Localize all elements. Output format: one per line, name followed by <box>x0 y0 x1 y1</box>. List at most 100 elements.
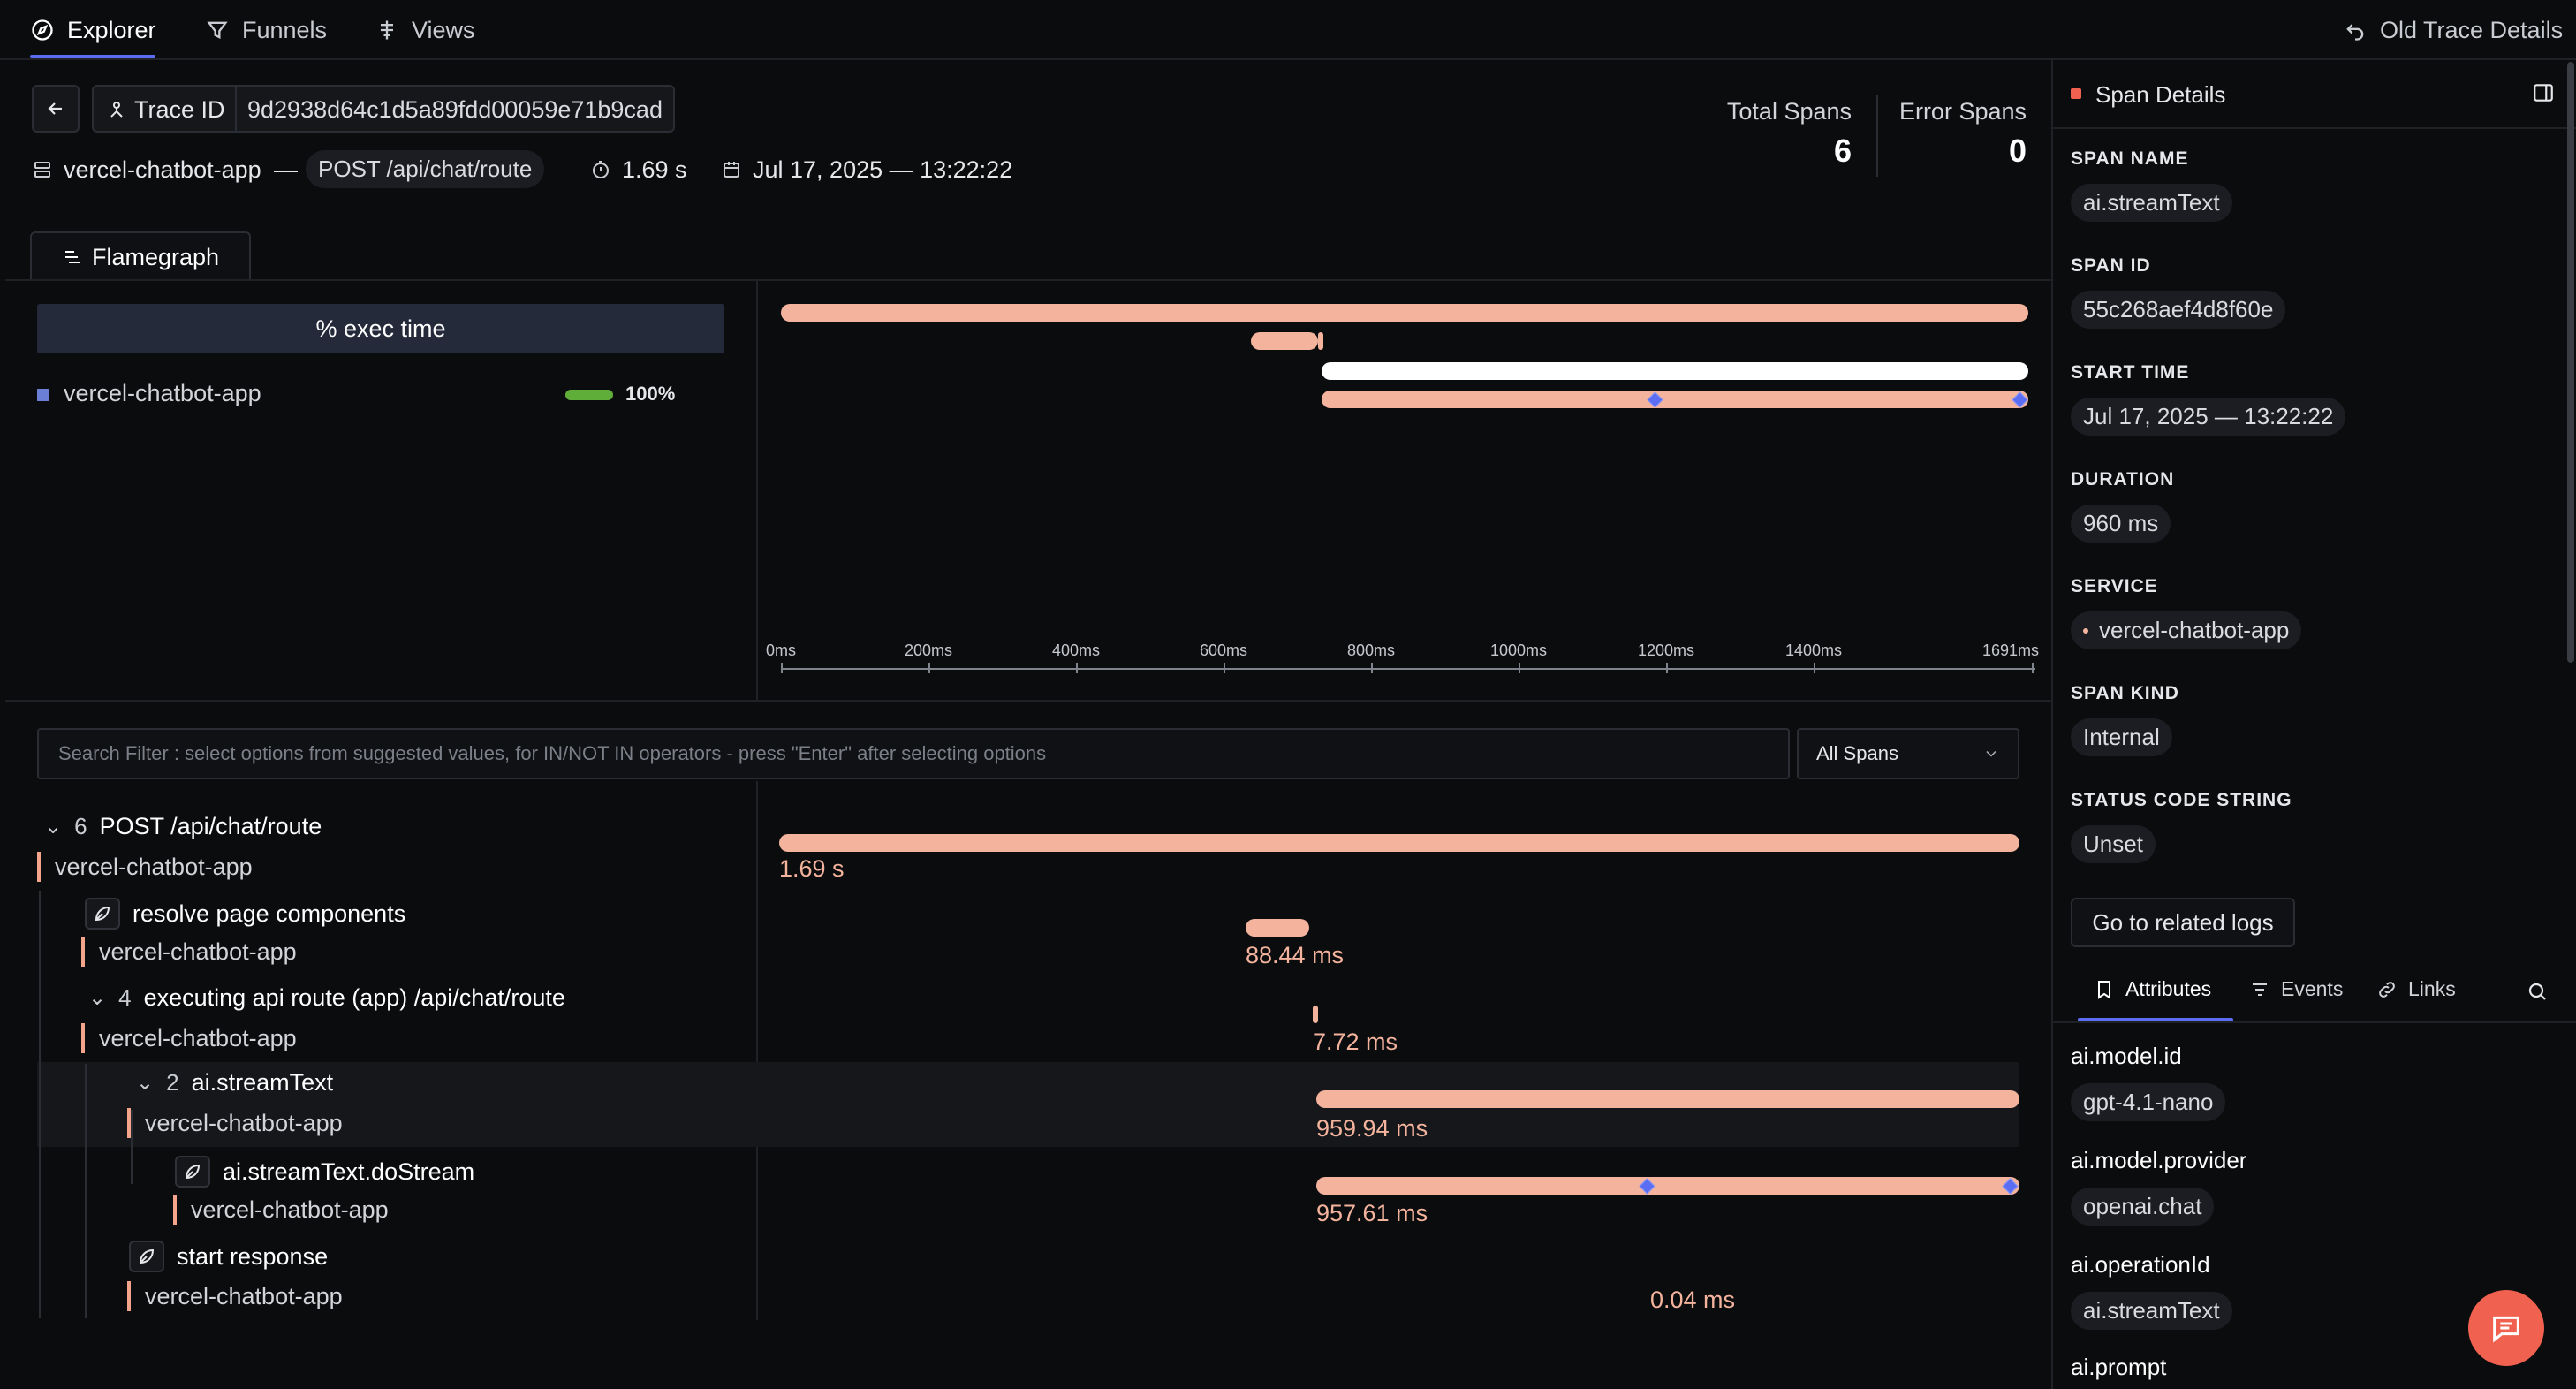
span-bar[interactable] <box>1313 1006 1318 1023</box>
span-duration: 959.94 ms <box>1316 1115 1428 1142</box>
flame-bar-post-route[interactable] <box>781 304 2028 322</box>
header-timestamp: Jul 17, 2025 — 13:22:22 <box>753 156 1013 183</box>
service-label: SERVICE <box>2071 576 2158 596</box>
axis-tick-label: 1000ms <box>1489 641 1548 659</box>
child-count: 2 <box>166 1069 179 1096</box>
search-filter-input[interactable]: Search Filter : select options from sugg… <box>37 728 1790 779</box>
status-label: STATUS CODE STRING <box>2071 790 2292 810</box>
tab-links[interactable]: Links <box>2376 977 2456 1001</box>
trace-id-label: Trace ID <box>134 96 225 123</box>
header-separator: — <box>274 156 298 183</box>
axis-tick-label: 0ms <box>765 641 797 659</box>
tab-flamegraph[interactable]: Flamegraph <box>30 231 251 281</box>
exec-progress-track <box>565 390 613 400</box>
chat-icon <box>2493 1316 2519 1343</box>
back-button[interactable] <box>32 85 80 133</box>
chevron-down-icon[interactable]: ⌄ <box>44 814 62 839</box>
trace-id-box[interactable]: Trace ID 9d2938d64c1d5a89fdd00059e71b9ca… <box>92 85 675 133</box>
tab-explorer[interactable]: Explorer <box>30 7 156 53</box>
panel-scrollbar[interactable] <box>2567 62 2574 663</box>
chevron-down-icon[interactable]: ⌄ <box>88 985 106 1011</box>
tree-divider <box>756 781 758 1320</box>
axis-tick <box>1371 663 1373 673</box>
span-row-stream-text[interactable]: ⌄ 2 ai.streamText <box>136 1069 333 1097</box>
span-bar[interactable] <box>779 834 2019 852</box>
tabs-divider <box>2051 1021 2576 1023</box>
span-row-do-stream[interactable]: ai.streamText.doStream <box>175 1156 474 1188</box>
flame-bar-do-stream[interactable] <box>1322 391 2028 408</box>
span-bar[interactable] <box>1316 1090 2019 1108</box>
tab-funnels-label: Funnels <box>242 16 328 43</box>
flame-bar-stream-text[interactable] <box>1322 362 2028 380</box>
related-logs-button[interactable]: Go to related logs <box>2071 898 2295 947</box>
tree-guide <box>85 1064 87 1318</box>
tab-explorer-label: Explorer <box>67 16 156 43</box>
span-row-post-route[interactable]: ⌄ 6 POST /api/chat/route <box>44 813 322 840</box>
axis-tick-label: 600ms <box>1199 641 1248 659</box>
leaf-icon <box>129 1241 164 1272</box>
axis-tick-label: 800ms <box>1346 641 1396 659</box>
duration-value: 960 ms <box>2071 505 2171 543</box>
span-row-start-response[interactable]: start response <box>129 1241 328 1272</box>
span-duration: 1.69 s <box>779 855 845 882</box>
flame-bar-resolve-page[interactable] <box>1251 332 1318 350</box>
span-bar[interactable] <box>1246 919 1309 937</box>
service-icon <box>34 162 50 178</box>
span-service: vercel-chatbot-app <box>81 937 297 967</box>
axis-tick <box>1224 663 1225 673</box>
service-dot <box>2083 627 2088 634</box>
attribute-value: gpt-4.1-nano <box>2071 1083 2226 1121</box>
chevron-down-icon[interactable]: ⌄ <box>136 1070 154 1096</box>
span-service: vercel-chatbot-app <box>81 1023 297 1053</box>
service-value-text: vercel-chatbot-app <box>2099 617 2290 643</box>
arrow-left-icon <box>48 102 62 115</box>
flamegraph-divider <box>756 281 758 700</box>
error-spans-value: 0 <box>2008 133 2027 169</box>
tab-events[interactable]: Events <box>2249 977 2343 1001</box>
span-filter-select[interactable]: All Spans <box>1797 728 2019 779</box>
old-trace-details-link[interactable]: Old Trace Details <box>2343 7 2563 53</box>
attribute-key: ai.model.provider <box>2071 1147 2247 1173</box>
tab-funnels[interactable]: Funnels <box>205 7 327 53</box>
route-badge: POST /api/chat/route <box>306 150 545 188</box>
span-duration: 0.04 ms <box>1650 1287 1736 1313</box>
time-axis-line <box>781 668 2035 670</box>
flame-service-pct: 100% <box>625 383 676 405</box>
axis-tick-label: 1691ms <box>1981 641 2040 659</box>
total-spans-label: Total Spans <box>1726 98 1852 125</box>
header-duration: 1.69 s <box>622 156 687 183</box>
old-trace-details-label: Old Trace Details <box>2380 16 2564 43</box>
panel-header-divider <box>2051 127 2576 129</box>
span-filter-value: All Spans <box>1816 742 1898 764</box>
start-time-label: START TIME <box>2071 362 2190 383</box>
flame-service-name: vercel-chatbot-app <box>64 380 261 406</box>
span-id-label: SPAN ID <box>2071 255 2151 276</box>
axis-tick-label: 200ms <box>904 641 953 659</box>
span-row-resolve-page[interactable]: resolve page components <box>85 898 405 930</box>
views-icon <box>381 20 393 40</box>
span-name: start response <box>177 1242 329 1270</box>
search-icon[interactable] <box>2527 981 2548 1002</box>
header-service-name: vercel-chatbot-app <box>64 156 261 183</box>
error-spans-label: Error Spans <box>1898 98 2027 125</box>
chat-support-button[interactable] <box>2468 1290 2544 1366</box>
timer-icon <box>593 161 609 178</box>
axis-tick-label: 400ms <box>1051 641 1101 659</box>
span-name: executing api route (app) /api/chat/rout… <box>143 984 565 1011</box>
leaf-icon <box>175 1156 210 1188</box>
tab-views[interactable]: Views <box>375 7 475 53</box>
span-bar[interactable] <box>1316 1177 2019 1195</box>
tab-attributes[interactable]: Attributes <box>2094 977 2211 1001</box>
span-duration: 88.44 ms <box>1246 942 1345 968</box>
span-row-executing-route[interactable]: ⌄ 4 executing api route (app) /api/chat/… <box>88 984 565 1012</box>
span-service: vercel-chatbot-app <box>127 1108 343 1138</box>
collapse-panel-icon[interactable] <box>2532 81 2555 104</box>
span-service: vercel-chatbot-app <box>37 852 253 882</box>
search-placeholder: Search Filter : select options from sugg… <box>58 742 1047 764</box>
attribute-value: ai.streamText <box>2071 1292 2232 1330</box>
axis-tick-label: 1200ms <box>1637 641 1695 659</box>
span-name-value: ai.streamText <box>2071 184 2232 222</box>
exec-progress-fill <box>565 390 613 400</box>
span-kind-value: Internal <box>2071 718 2172 756</box>
flame-bar-executing-route[interactable] <box>1318 332 1323 350</box>
